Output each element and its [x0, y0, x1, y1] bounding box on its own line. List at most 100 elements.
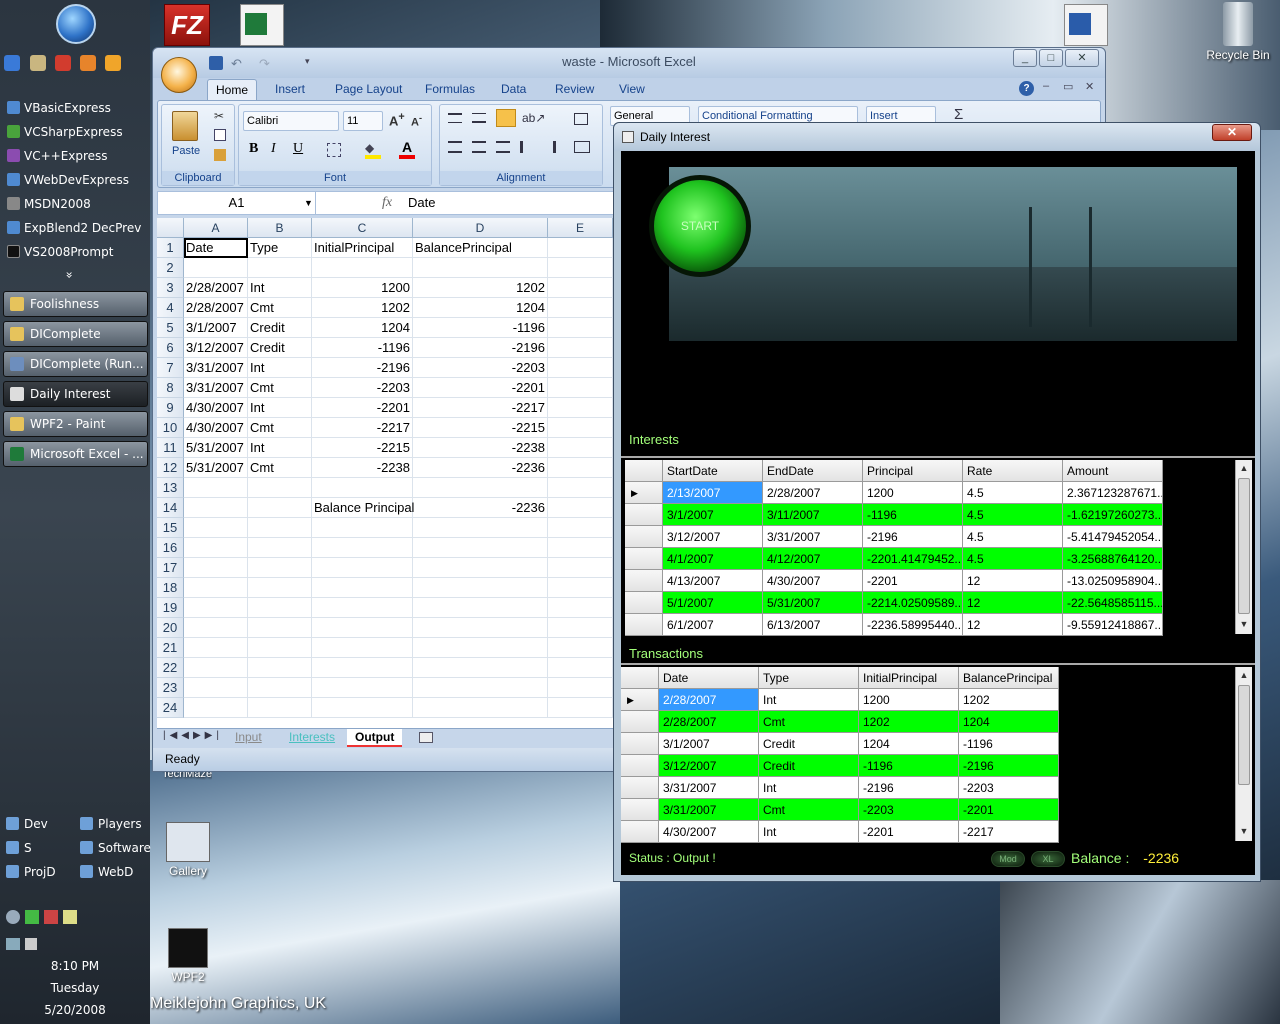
- grid-cell[interactable]: Int: [759, 689, 859, 711]
- cell-e13[interactable]: [548, 478, 613, 498]
- grid-cell[interactable]: 4/12/2007: [763, 548, 863, 570]
- cell-c17[interactable]: [312, 558, 413, 578]
- cell-d24[interactable]: [413, 698, 548, 718]
- cell-e24[interactable]: [548, 698, 613, 718]
- cell-a3[interactable]: 2/28/2007: [184, 278, 248, 298]
- transactions-scrollbar[interactable]: ▲ ▼: [1235, 667, 1252, 841]
- grid-cell[interactable]: -5.41479452054...: [1063, 526, 1163, 548]
- word-file-icon[interactable]: [1064, 4, 1108, 46]
- cell-e6[interactable]: [548, 338, 613, 358]
- ribbon-close-icon[interactable]: ✕: [1085, 80, 1094, 93]
- tray-security-icon[interactable]: [25, 910, 39, 924]
- cell-a7[interactable]: 3/31/2007: [184, 358, 248, 378]
- grid-cell[interactable]: 4/1/2007: [663, 548, 763, 570]
- cell-d11[interactable]: -2238: [413, 438, 548, 458]
- cell-c4[interactable]: 1202: [312, 298, 413, 318]
- cell-c16[interactable]: [312, 538, 413, 558]
- row-selector[interactable]: [621, 711, 659, 733]
- cell-d14[interactable]: -2236: [413, 498, 548, 518]
- task-foolishness[interactable]: Foolishness: [3, 291, 148, 317]
- cell-d2[interactable]: [413, 258, 548, 278]
- sheet-tab-output[interactable]: Output: [347, 729, 403, 747]
- cell-a9[interactable]: 4/30/2007: [184, 398, 248, 418]
- row-selector[interactable]: [621, 777, 659, 799]
- worksheet-grid[interactable]: A B C D E 1 Date Type InitialPrincipal Balan…: [157, 218, 613, 728]
- customize-qat-icon[interactable]: ▾: [305, 56, 310, 67]
- grid-cell[interactable]: 3/1/2007: [659, 733, 759, 755]
- cell-c7[interactable]: -2196: [312, 358, 413, 378]
- cell-c6[interactable]: -1196: [312, 338, 413, 358]
- group-s[interactable]: S: [6, 841, 32, 855]
- grid-cell[interactable]: -13.0250958904...: [1063, 570, 1163, 592]
- tray-monitor-icon[interactable]: [6, 938, 20, 950]
- grid-cell[interactable]: 3/31/2007: [659, 799, 759, 821]
- grid-cell[interactable]: 1204: [859, 733, 959, 755]
- interests-grid[interactable]: StartDate EndDate Principal Rate Amount ▲ ▼ …: [621, 456, 1255, 636]
- column-header-type[interactable]: Type: [759, 667, 859, 689]
- tray-shield-icon[interactable]: [63, 910, 77, 924]
- format-painter-icon[interactable]: [214, 149, 226, 161]
- cell-c10[interactable]: -2217: [312, 418, 413, 438]
- cell-b5[interactable]: Credit: [248, 318, 312, 338]
- tab-data[interactable]: Data: [493, 79, 534, 100]
- cell-c11[interactable]: -2215: [312, 438, 413, 458]
- row-header[interactable]: 4: [157, 298, 184, 318]
- cell-b8[interactable]: Cmt: [248, 378, 312, 398]
- recycle-bin[interactable]: Recycle Bin: [1200, 2, 1276, 62]
- row-selector[interactable]: [621, 799, 659, 821]
- interests-scrollbar[interactable]: ▲ ▼: [1235, 460, 1252, 634]
- grid-cell[interactable]: 5/31/2007: [763, 592, 863, 614]
- row-header[interactable]: 9: [157, 398, 184, 418]
- grid-cell[interactable]: -2201.41479452...: [863, 548, 963, 570]
- media-icon[interactable]: [55, 55, 71, 71]
- align-center-icon[interactable]: [472, 141, 486, 153]
- cell-b4[interactable]: Cmt: [248, 298, 312, 318]
- ie-icon[interactable]: [4, 55, 20, 71]
- wpf2-shortcut[interactable]: WPF2: [160, 928, 216, 984]
- cell-a19[interactable]: [184, 598, 248, 618]
- cell-e10[interactable]: [548, 418, 613, 438]
- grid-cell[interactable]: 3/12/2007: [663, 526, 763, 548]
- cell-a18[interactable]: [184, 578, 248, 598]
- cell-c19[interactable]: [312, 598, 413, 618]
- cell-c21[interactable]: [312, 638, 413, 658]
- align-middle-icon[interactable]: [472, 113, 486, 123]
- tray-volume-icon[interactable]: [25, 938, 37, 950]
- row-selector[interactable]: [625, 526, 663, 548]
- cell-d23[interactable]: [413, 678, 548, 698]
- row-header[interactable]: 18: [157, 578, 184, 598]
- cell-b18[interactable]: [248, 578, 312, 598]
- grid-cell[interactable]: -1.62197260273...: [1063, 504, 1163, 526]
- grid-cell[interactable]: 4.5: [963, 482, 1063, 504]
- current-row-indicator-icon[interactable]: ▶: [625, 482, 663, 504]
- cell-c24[interactable]: [312, 698, 413, 718]
- row-header[interactable]: 14: [157, 498, 184, 518]
- cell-d3[interactable]: 1202: [413, 278, 548, 298]
- scroll-thumb[interactable]: [1238, 478, 1250, 614]
- cell-e3[interactable]: [548, 278, 613, 298]
- cell-b19[interactable]: [248, 598, 312, 618]
- pinned-expblend[interactable]: ExpBlend2 DecPrev: [4, 217, 146, 239]
- grid-cell[interactable]: 12: [963, 614, 1063, 636]
- column-header-enddate[interactable]: EndDate: [763, 460, 863, 482]
- tab-formulas[interactable]: Formulas: [417, 79, 483, 100]
- underline-icon[interactable]: U: [293, 141, 303, 157]
- cell-a16[interactable]: [184, 538, 248, 558]
- cell-c23[interactable]: [312, 678, 413, 698]
- task-daily-interest[interactable]: Daily Interest: [3, 381, 148, 407]
- group-players[interactable]: Players: [80, 817, 142, 831]
- grid-cell[interactable]: -2201: [859, 821, 959, 843]
- cell-b9[interactable]: Int: [248, 398, 312, 418]
- cell-a24[interactable]: [184, 698, 248, 718]
- cell-d17[interactable]: [413, 558, 548, 578]
- row-header[interactable]: 8: [157, 378, 184, 398]
- office-button[interactable]: [161, 57, 197, 93]
- cell-e2[interactable]: [548, 258, 613, 278]
- cell-b7[interactable]: Int: [248, 358, 312, 378]
- task-wpf2-paint[interactable]: WPF2 - Paint: [3, 411, 148, 437]
- cell-b17[interactable]: [248, 558, 312, 578]
- tab-review[interactable]: Review: [547, 79, 602, 100]
- grid-cell[interactable]: 4/30/2007: [763, 570, 863, 592]
- cell-a22[interactable]: [184, 658, 248, 678]
- grid-cell[interactable]: 6/1/2007: [663, 614, 763, 636]
